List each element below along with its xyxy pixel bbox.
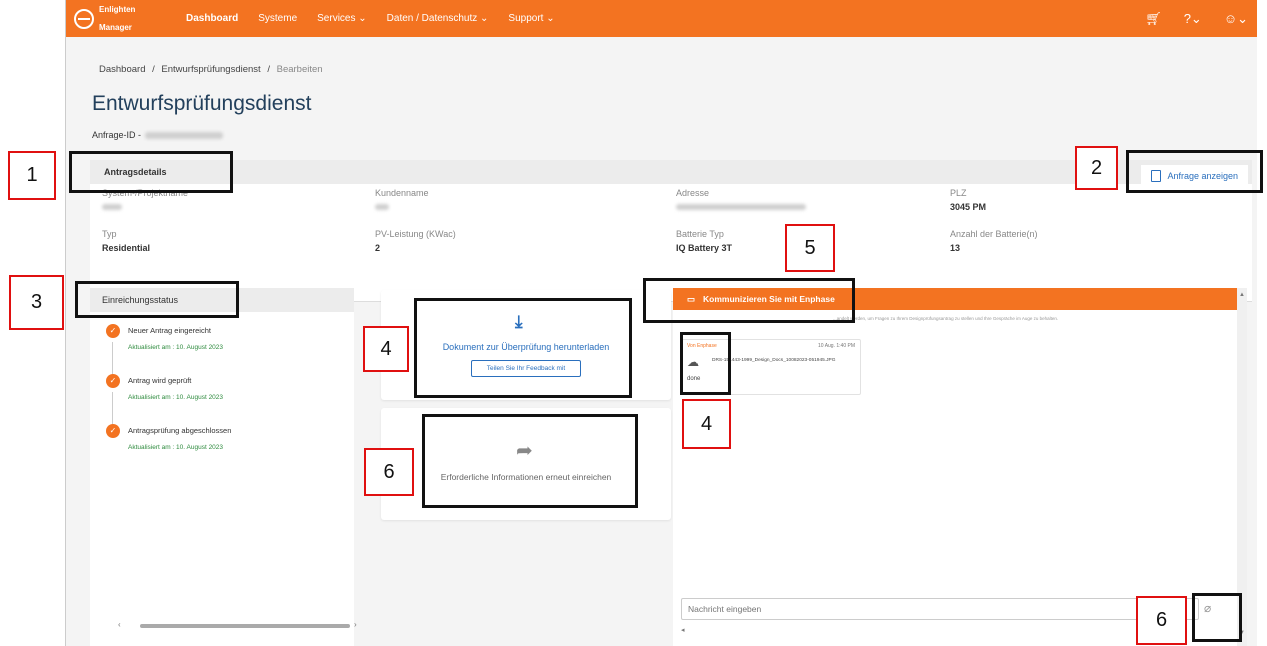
- field-label: Kundenname: [375, 188, 429, 198]
- logo-text: Enlighten Manager: [99, 0, 135, 41]
- highlight-box: [1192, 593, 1242, 642]
- enphase-logo-icon: [74, 8, 94, 29]
- enlighten-logo[interactable]: Enlighten Manager: [74, 0, 172, 41]
- top-navigation-bar: Enlighten Manager Dashboard Systeme Serv…: [66, 0, 1257, 37]
- highlight-box: [1126, 150, 1263, 193]
- field-value: IQ Battery 3T: [676, 243, 733, 253]
- status-step-title: Antragsprüfung abgeschlossen: [128, 426, 232, 435]
- nav-support[interactable]: Support ⌄: [508, 13, 554, 24]
- field-label: Typ: [102, 229, 117, 239]
- breadcrumb-dashboard[interactable]: Dashboard: [99, 64, 145, 75]
- message-time: 10 Aug. 1:40 PM: [818, 343, 855, 349]
- scroll-left-arrow-icon[interactable]: ◂: [681, 626, 685, 634]
- logo-line-2: Manager: [99, 23, 132, 32]
- field-label: Adresse: [676, 188, 710, 198]
- field-label: Anzahl der Batterie(n): [950, 229, 1038, 239]
- submission-status-panel: Einreichungsstatus ✓ Neuer Antrag einger…: [90, 288, 357, 646]
- annotation-label-1: 1: [8, 151, 56, 200]
- field-battery-type: Batterie Typ IQ Battery 3T: [676, 229, 732, 253]
- top-right-icons: 🛒︎ ?⌄ ☺⌄: [1145, 0, 1248, 37]
- field-pv-power: PV-Leistung (KWac) 2: [375, 229, 456, 253]
- breadcrumb-separator: /: [267, 64, 270, 75]
- highlight-box: [414, 298, 632, 398]
- nav-services[interactable]: Services ⌄: [317, 13, 367, 24]
- highlight-box: [422, 414, 638, 508]
- status-step-date: Aktualisiert am : 10. August 2023: [128, 394, 224, 401]
- check-icon: ✓: [106, 374, 120, 388]
- highlight-box: [75, 281, 239, 318]
- user-icon[interactable]: ☺⌄: [1224, 11, 1248, 27]
- highlight-box: [643, 278, 855, 323]
- field-label: PV-Leistung (KWac): [375, 229, 456, 239]
- status-step-title: Antrag wird geprüft: [128, 376, 192, 385]
- annotation-label-4: 4: [363, 326, 409, 372]
- field-value: 13: [950, 243, 961, 253]
- logo-line-1: Enlighten: [99, 5, 136, 14]
- annotation-label-6: 6: [1136, 596, 1187, 645]
- annotation-label-4: 4: [682, 399, 731, 449]
- chat-panel: ▭ Kommunizieren Sie mit Enphase ...andel…: [673, 288, 1247, 646]
- help-icon[interactable]: ?⌄: [1184, 11, 1202, 27]
- horizontal-scrollbar[interactable]: ‹ ›: [114, 620, 364, 630]
- request-id: Anfrage-ID -: [92, 130, 224, 140]
- breadcrumb: Dashboard / Entwurfsprüfungsdienst / Bea…: [99, 64, 323, 75]
- field-value-redacted: [676, 202, 806, 212]
- annotation-label-3: 3: [9, 275, 64, 330]
- page-title: Entwurfsprüfungsdienst: [92, 92, 312, 115]
- annotation-label-2: 2: [1075, 146, 1118, 190]
- request-id-label: Anfrage-ID -: [92, 130, 142, 140]
- check-icon: ✓: [106, 424, 120, 438]
- highlight-box: [680, 332, 731, 395]
- scroll-up-arrow-icon[interactable]: ▲: [1239, 292, 1245, 298]
- scroll-left-arrow-icon[interactable]: ‹: [118, 620, 121, 629]
- status-step-title: Neuer Antrag eingereicht: [128, 326, 211, 335]
- nav-daten-datenschutz[interactable]: Daten / Datenschutz ⌄: [387, 13, 489, 24]
- field-value-redacted: [375, 202, 429, 212]
- message-input[interactable]: [681, 598, 1199, 620]
- scroll-right-arrow-icon[interactable]: ›: [354, 620, 357, 629]
- field-label: Batterie Typ: [676, 229, 724, 239]
- field-battery-count: Anzahl der Batterie(n) 13: [950, 229, 1038, 253]
- field-label: PLZ: [950, 188, 967, 198]
- field-type: Typ Residential: [102, 229, 150, 253]
- field-customer-name: Kundenname: [375, 188, 429, 212]
- annotation-label-6: 6: [364, 448, 414, 496]
- breadcrumb-design-review[interactable]: Entwurfsprüfungsdienst: [161, 64, 260, 75]
- annotation-label-5: 5: [785, 224, 835, 272]
- breadcrumb-separator: /: [152, 64, 155, 75]
- field-value: Residential: [102, 243, 151, 253]
- field-value: 3045 PM: [950, 202, 987, 212]
- status-step-date: Aktualisiert am : 10. August 2023: [128, 344, 224, 351]
- nav-systeme[interactable]: Systeme: [258, 13, 297, 24]
- check-icon: ✓: [106, 324, 120, 338]
- scrollbar-thumb[interactable]: [140, 624, 350, 628]
- field-value: 2: [375, 243, 381, 253]
- request-id-value-redacted: [145, 131, 224, 139]
- breadcrumb-current: Bearbeiten: [276, 64, 323, 75]
- field-address: Adresse: [676, 188, 806, 212]
- nav-dashboard[interactable]: Dashboard: [186, 13, 238, 24]
- field-zip: PLZ 3045 PM: [950, 188, 986, 212]
- app-window: Enlighten Manager Dashboard Systeme Serv…: [65, 0, 1257, 646]
- status-step-date: Aktualisiert am : 10. August 2023: [128, 444, 224, 451]
- highlight-box: [69, 151, 233, 193]
- cart-icon[interactable]: 🛒︎: [1145, 11, 1162, 27]
- field-value-redacted: [102, 202, 188, 212]
